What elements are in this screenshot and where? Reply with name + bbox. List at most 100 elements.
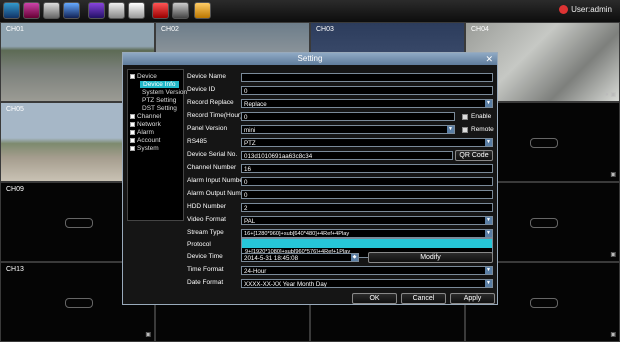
tree-item-network[interactable]: Network — [130, 121, 161, 128]
time-format-select[interactable]: 24-Hour ▼ — [241, 266, 493, 275]
serial-label: Device Serial No. — [187, 151, 238, 158]
settings-tree: Device Device Info System Version PTZ Se… — [127, 69, 187, 221]
chevron-down-icon: ▼ — [485, 100, 492, 107]
dialog-title-bar: Setting ✕ — [123, 53, 497, 65]
close-icon[interactable]: ✕ — [485, 54, 493, 64]
tree-item-alarm[interactable]: Alarm — [130, 129, 154, 136]
remote-label: Remote — [471, 126, 494, 133]
enable-label: Enable — [471, 113, 492, 120]
record-time-label: Record Time(Hour) — [187, 112, 243, 119]
panel-version-label: Panel Version — [187, 125, 228, 132]
hdd-number-input[interactable]: 2 — [241, 203, 493, 212]
user-indicator[interactable]: User:admin — [559, 5, 612, 15]
camera-status-icon: ▣ — [610, 332, 616, 338]
tree-item-device[interactable]: Device — [130, 73, 157, 80]
camera-label: CH01 — [6, 26, 24, 33]
camera-status-icon: ▣ — [610, 252, 616, 258]
expand-icon[interactable] — [130, 113, 135, 119]
files-icon[interactable] — [108, 2, 125, 19]
device-name-input[interactable] — [241, 73, 493, 82]
expand-icon[interactable] — [130, 129, 135, 135]
tree-item-device-info[interactable]: Device Info — [140, 81, 179, 88]
select-value: 24-Hour — [244, 268, 267, 275]
no-video-icon — [530, 298, 559, 309]
expand-icon[interactable] — [130, 121, 135, 127]
date-format-select[interactable]: XXXX-XX-XX Year Month Day ▼ — [241, 279, 493, 288]
top-toolbar: User:admin — [0, 0, 620, 23]
remote-checkbox[interactable] — [462, 127, 468, 133]
no-video-icon — [65, 298, 94, 309]
expand-icon[interactable] — [130, 145, 135, 151]
chevron-down-icon: ▼ — [485, 280, 492, 287]
stream-type-select[interactable]: 16+[1280*960]+sub[640*480]+4Ref+4Play ▼ — [241, 229, 493, 238]
alarm-output-field[interactable]: 0 — [241, 190, 493, 199]
folder-icon[interactable] — [194, 2, 211, 19]
device-time-input[interactable]: 2014-5-31 18:45:08 ◆ — [241, 253, 359, 262]
device-id-input[interactable]: 0 — [241, 86, 493, 95]
date-format-label: Date Format — [187, 279, 224, 286]
cancel-button[interactable]: Cancel — [401, 293, 446, 304]
dialog-title: Setting — [297, 54, 323, 63]
video-format-label: Video Format — [187, 216, 226, 223]
expand-icon[interactable] — [130, 137, 135, 143]
camera-roll-icon[interactable] — [128, 2, 145, 19]
serial-input[interactable]: 013d1010691aa63c8c34 — [241, 151, 453, 160]
camera-status-icon: ● ▣ — [605, 92, 616, 98]
hdd-number-label: HDD Number — [187, 203, 227, 210]
camera-status-icon: ▣ — [610, 172, 616, 178]
tree-item-dst-setting[interactable]: DST Setting — [142, 105, 177, 112]
chevron-down-icon: ▼ — [485, 217, 492, 224]
ok-button[interactable]: OK — [352, 293, 397, 304]
chevron-down-icon: ▼ — [485, 139, 492, 146]
tree-label: System — [137, 145, 159, 152]
record-icon[interactable] — [3, 2, 20, 19]
tree-label: DST Setting — [142, 105, 177, 112]
select-value: 16+[1280*960]+sub[640*480]+4Ref+4Play — [244, 231, 350, 237]
video-play-icon[interactable] — [88, 2, 105, 19]
device-name-label: Device Name — [187, 73, 227, 80]
user-icon — [559, 5, 569, 15]
tree-item-account[interactable]: Account — [130, 137, 161, 144]
no-video-icon — [530, 218, 559, 229]
no-video-icon — [530, 138, 559, 149]
select-value: mini — [244, 127, 256, 134]
stream-option[interactable] — [242, 239, 492, 248]
tree-label: System Version — [142, 89, 188, 96]
apply-button[interactable]: Apply — [450, 293, 495, 304]
chevron-down-icon: ▼ — [447, 126, 454, 133]
device-id-label: Device ID — [187, 86, 216, 93]
qr-code-button[interactable]: QR Code — [455, 150, 493, 161]
alarm-icon[interactable] — [152, 2, 169, 19]
collapse-icon[interactable] — [130, 73, 135, 79]
camera-label: CH03 — [316, 26, 334, 33]
tree-label: Alarm — [137, 129, 154, 136]
user-label: User:admin — [571, 5, 612, 14]
settings-icon[interactable] — [63, 2, 80, 19]
playback-icon[interactable] — [23, 2, 40, 19]
alarm-input-field[interactable]: 0 — [241, 177, 493, 186]
camera-label: CH13 — [6, 266, 24, 273]
tree-item-ptz-setting[interactable]: PTZ Setting — [142, 97, 176, 104]
camera-label: CH09 — [6, 186, 24, 193]
tree-item-system[interactable]: System — [130, 145, 159, 152]
record-replace-select[interactable]: Replace ▼ — [241, 99, 493, 108]
network-icon[interactable] — [43, 2, 60, 19]
video-format-select[interactable]: PAL ▼ — [241, 216, 493, 225]
setting-dialog: Setting ✕ Device Device Info System Versi… — [122, 52, 498, 305]
protocol-label: Protocol — [187, 241, 211, 248]
device-time-label: Device Time — [187, 253, 223, 260]
tree-label: Account — [137, 137, 161, 144]
tree-label: PTZ Setting — [142, 97, 177, 104]
channel-number-input[interactable]: 16 — [241, 164, 493, 173]
enable-checkbox[interactable] — [462, 114, 468, 120]
spinner-icon[interactable]: ◆ — [351, 254, 358, 261]
snapshot-icon[interactable] — [172, 2, 189, 19]
rs485-select[interactable]: PTZ ▼ — [241, 138, 493, 147]
modify-button[interactable]: Modify — [368, 252, 493, 263]
select-value: PAL — [244, 218, 256, 225]
tree-item-channel[interactable]: Channel — [130, 113, 161, 120]
panel-version-select[interactable]: mini ▼ — [241, 125, 455, 134]
record-time-input[interactable]: 0 — [241, 112, 455, 121]
tree-item-system-version[interactable]: System Version — [142, 89, 187, 96]
stream-type-label: Stream Type — [187, 229, 224, 236]
